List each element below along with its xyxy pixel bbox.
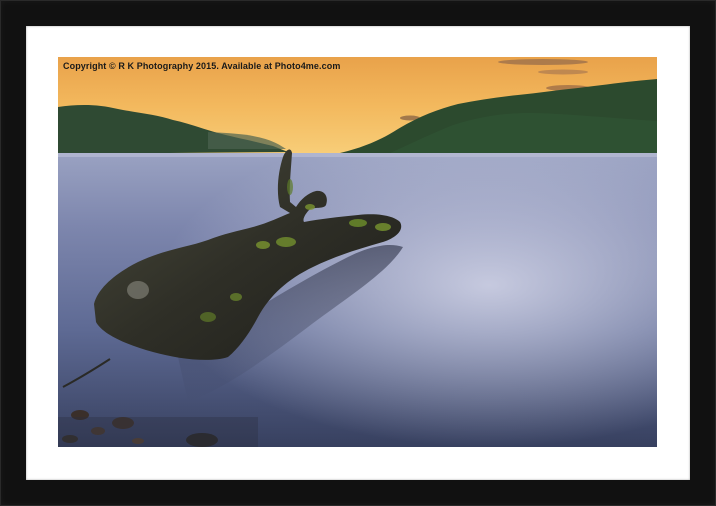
moss [276,237,296,247]
moss [375,223,391,231]
lichen [127,281,149,299]
cloud [498,59,588,65]
cloud [538,69,588,75]
moss [230,293,242,301]
moss [287,179,293,195]
moss [349,219,367,227]
horizon-line [58,153,657,157]
photograph: Copyright © R K Photography 2015. Availa… [58,57,657,447]
moss [256,241,270,249]
moss [200,312,216,322]
photo-illustration [58,57,657,447]
moss [305,204,315,210]
shore-shadow [58,417,258,447]
copyright-watermark: Copyright © R K Photography 2015. Availa… [63,61,341,71]
